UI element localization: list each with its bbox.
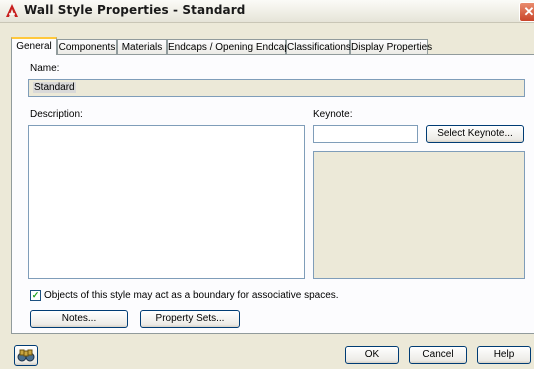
tab-general[interactable]: General [11,37,57,55]
close-button[interactable]: ✕ [519,2,534,22]
name-field[interactable]: Standard [28,79,525,97]
description-label: Description: [30,109,83,120]
name-label: Name: [30,63,60,74]
cancel-button[interactable]: Cancel [409,346,467,364]
help-button[interactable]: Help [477,346,531,364]
wall-style-properties-dialog: Wall Style Properties - Standard ✕ Gener… [0,0,534,369]
name-value: Standard [33,82,76,93]
tab-classifications[interactable]: Classifications [286,39,351,54]
title-bar[interactable]: Wall Style Properties - Standard ✕ [0,0,534,23]
window-title: Wall Style Properties - Standard [24,3,246,17]
select-keynote-button[interactable]: Select Keynote... [426,125,524,143]
description-field[interactable] [28,125,305,279]
boundary-checkbox[interactable]: ✓ [30,290,41,301]
notes-button[interactable]: Notes... [30,310,128,328]
tab-materials[interactable]: Materials [117,39,167,54]
autocad-architecture-icon [6,4,18,17]
tab-components[interactable]: Components [57,39,117,54]
keynote-field[interactable] [313,125,418,143]
ok-button[interactable]: OK [345,346,399,364]
tab-endcaps-opening-endcaps[interactable]: Endcaps / Opening Endcaps [167,39,295,54]
boundary-checkbox-label: Objects of this style may act as a bound… [44,290,339,301]
tab-display-properties[interactable]: Display Properties [350,39,432,54]
keynote-preview [313,151,525,279]
close-icon: ✕ [523,4,534,19]
style-browser-button[interactable] [14,345,38,366]
keynote-label: Keynote: [313,109,353,120]
binoculars-icon [17,349,35,362]
property-sets-button[interactable]: Property Sets... [140,310,240,328]
